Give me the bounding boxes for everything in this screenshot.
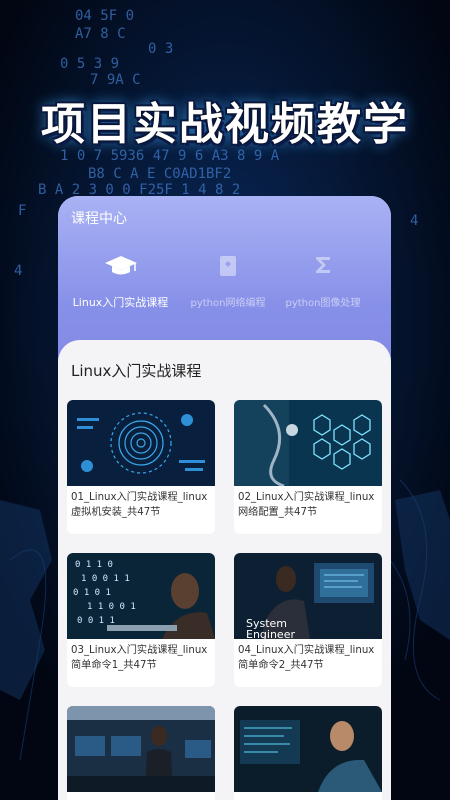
- course-card[interactable]: 01_Linux入门实战课程_linux虚拟机安装_共47节: [67, 400, 215, 534]
- course-list-panel: Linux入门实战课程 01_Linux入门实战课程_linux虚拟机安装_共4…: [58, 340, 391, 800]
- course-title: [234, 792, 382, 796]
- system-engineer-image: System Engineer: [234, 553, 382, 639]
- tab-python-image[interactable]: python图像处理: [280, 250, 366, 320]
- svg-text:0 3: 0 3: [148, 41, 173, 57]
- stethoscope-hexagons-image: [234, 400, 382, 486]
- book-icon: [220, 256, 236, 276]
- tab-label: 西: [380, 294, 391, 309]
- svg-text:Engineer: Engineer: [246, 628, 295, 639]
- svg-text:F: F: [18, 203, 26, 219]
- category-tabs: Linux入门实战课程 python网络编程 python图像处理 西: [58, 250, 391, 320]
- course-title: 02_Linux入门实战课程_linux网络配置_共47节: [238, 492, 375, 518]
- svg-text:0 1 1 0: 0 1 1 0: [75, 560, 113, 570]
- course-title: 03_Linux入门实战课程_linux简单命令1_共47节: [71, 645, 208, 671]
- svg-text:A7 8 C: A7 8 C: [75, 26, 126, 42]
- control-room-image: [67, 706, 215, 792]
- course-title: 01_Linux入门实战课程_linux虚拟机安装_共47节: [71, 492, 208, 518]
- course-card[interactable]: System Engineer 04_Linux入门实战课程_linux简单命令…: [234, 553, 382, 687]
- course-title: [67, 792, 215, 796]
- svg-text:0 0 1 1: 0 0 1 1: [77, 616, 115, 626]
- tab-label: python网络编程: [190, 298, 266, 309]
- svg-text:0 1 0 1: 0 1 0 1: [73, 588, 111, 598]
- course-title: 04_Linux入门实战课程_linux简单命令2_共47节: [238, 645, 375, 671]
- svg-text:4: 4: [14, 263, 22, 279]
- tab-more[interactable]: 西: [380, 250, 391, 320]
- svg-text:4: 4: [410, 213, 418, 229]
- tab-label: Linux入门实战课程: [72, 296, 169, 309]
- fingerprint-scan-image: [67, 400, 215, 486]
- svg-text:B8 C A E C0AD1BF2: B8 C A E C0AD1BF2: [88, 166, 231, 182]
- tab-python-network[interactable]: python网络编程: [188, 250, 268, 320]
- svg-text:0 5 3 9: 0 5 3 9: [60, 56, 119, 72]
- course-card[interactable]: [234, 706, 382, 800]
- svg-text:04 5F 0: 04 5F 0: [75, 8, 134, 24]
- app-title: 课程中心: [71, 211, 127, 227]
- programmer-monitors-image: [234, 706, 382, 792]
- graduation-cap-icon: [104, 256, 137, 275]
- svg-text:7 9A C: 7 9A C: [90, 72, 141, 88]
- tab-linux[interactable]: Linux入门实战课程: [58, 250, 183, 320]
- tab-label: python图像处理: [285, 298, 361, 309]
- course-card[interactable]: [67, 706, 215, 800]
- app-screen: 课程中心 Linux入门实战课程 python网络编程 python图像处理 L…: [58, 196, 391, 800]
- section-title: Linux入门实战课程: [71, 362, 202, 380]
- svg-text:1 1 0 0 1: 1 1 0 0 1: [87, 602, 136, 612]
- svg-text:1 0 0 1 1: 1 0 0 1 1: [81, 574, 130, 584]
- hero-title: 项目实战视频教学: [41, 99, 409, 150]
- sigma-icon: [316, 257, 330, 273]
- course-card[interactable]: 0 1 1 0 1 0 0 1 1 0 1 0 1 1 1 0 0 1 0 0 1 …: [67, 553, 215, 687]
- binary-code-person-image: 0 1 1 0 1 0 0 1 1 0 1 0 1 1 1 0 0 1 0 0 1 …: [67, 553, 215, 639]
- course-card[interactable]: 02_Linux入门实战课程_linux网络配置_共47节: [234, 400, 382, 534]
